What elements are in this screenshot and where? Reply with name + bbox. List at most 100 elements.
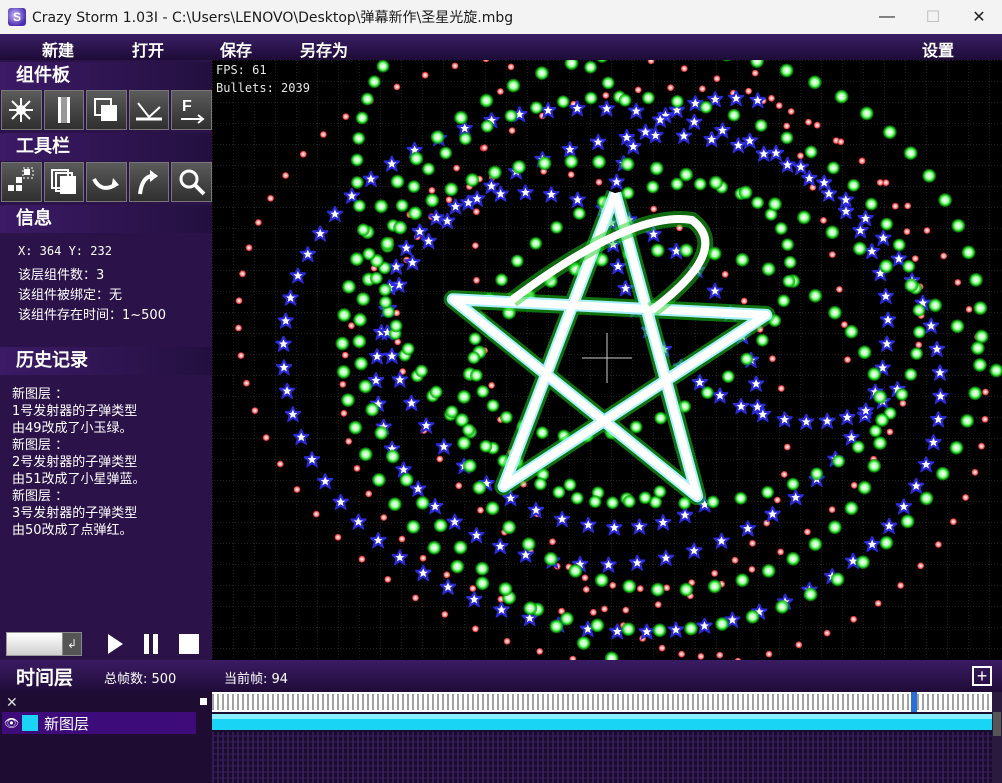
minimize-button[interactable]: — (864, 0, 910, 34)
close-button[interactable]: ✕ (956, 0, 1002, 34)
red-bullet (804, 528, 811, 536)
timeline-tracks[interactable] (212, 692, 1002, 783)
green-bullet (498, 582, 513, 596)
green-bullet (534, 66, 549, 81)
close-icon[interactable]: ✕ (6, 694, 18, 711)
playhead[interactable] (911, 692, 917, 712)
emitter-icon[interactable] (1, 90, 42, 130)
menu-open[interactable]: 打开 (132, 37, 164, 61)
green-bullet (584, 91, 598, 105)
green-bullet (654, 411, 668, 425)
green-bullet (875, 413, 889, 427)
resize-handle[interactable] (200, 698, 207, 705)
layer-row[interactable]: 👁 新图层 (2, 712, 196, 734)
menu-new[interactable]: 新建 (42, 37, 74, 61)
green-bullet (337, 308, 352, 322)
green-bullet (826, 161, 840, 175)
green-bullet (439, 146, 453, 160)
eye-icon[interactable]: 👁 (4, 716, 20, 730)
red-bullet (469, 585, 477, 592)
rebound-icon[interactable] (128, 90, 170, 130)
green-bullet (594, 573, 609, 588)
play-icon[interactable] (102, 631, 128, 657)
green-bullet (468, 332, 482, 346)
red-bullet (654, 601, 662, 608)
curve-arrow-icon[interactable] (86, 162, 127, 202)
green-bullet (652, 623, 667, 638)
red-bullet (320, 131, 327, 138)
magnify-icon[interactable] (171, 162, 212, 202)
green-bullet (738, 185, 753, 200)
green-bullet (867, 367, 882, 382)
green-bullet (592, 154, 606, 169)
green-bullet (707, 579, 722, 594)
green-bullet (679, 243, 694, 258)
red-bullet (886, 428, 894, 436)
green-bullet (653, 485, 667, 499)
maximize-button[interactable]: ☐ (910, 0, 956, 34)
red-bullet (443, 571, 451, 579)
history-line: 由51改成了小星弹蓝。 (12, 472, 146, 487)
menu-save[interactable]: 保存 (220, 37, 252, 61)
green-bullet (951, 218, 966, 233)
green-bullet (475, 561, 490, 576)
red-bullet (582, 586, 590, 593)
red-bullet (590, 608, 597, 616)
layer-track-highlight (212, 714, 1002, 719)
menu-save-as[interactable]: 另存为 (300, 37, 348, 61)
green-bullet (844, 501, 859, 516)
red-bullet (731, 556, 739, 564)
green-bullet (487, 165, 502, 180)
green-bullet (679, 582, 694, 597)
green-bullet (782, 274, 796, 288)
red-bullet (312, 510, 320, 518)
red-bullet (436, 455, 444, 463)
green-bullet (458, 132, 472, 146)
frame-enter-button[interactable]: ↲ (62, 632, 82, 656)
red-bullet (911, 255, 919, 262)
frame-input[interactable] (6, 632, 66, 656)
info-header: 信息 (0, 205, 212, 233)
red-bullet (678, 650, 685, 658)
red-bullet (844, 356, 851, 364)
green-bullet (360, 92, 374, 106)
select-multiple-icon[interactable] (1, 162, 42, 202)
laser-icon[interactable] (43, 90, 85, 130)
pause-icon[interactable] (138, 631, 164, 657)
red-bullet (472, 242, 479, 250)
red-bullet (935, 541, 942, 548)
green-bullet (650, 582, 665, 597)
red-bullet (235, 297, 243, 305)
red-bullet (595, 178, 603, 186)
menu-settings[interactable]: 设置 (922, 37, 954, 61)
force-field-icon[interactable]: F (171, 90, 212, 130)
red-bullet (421, 71, 429, 79)
red-bullet (419, 554, 427, 562)
red-bullet (971, 468, 979, 476)
timeline-title: 时间层 (16, 667, 74, 689)
layer-copy-icon[interactable] (86, 90, 127, 130)
green-bullet (379, 295, 392, 309)
add-layer-button[interactable]: + (972, 666, 992, 686)
green-bullet (336, 364, 351, 379)
green-bullet (621, 622, 636, 637)
rotate-arrow-icon[interactable] (128, 162, 170, 202)
green-bullet (523, 601, 538, 616)
green-bullet (385, 449, 400, 464)
layer-color-swatch[interactable] (22, 715, 38, 731)
green-bullet (576, 636, 591, 651)
green-bullet (938, 193, 953, 208)
green-bullet (453, 540, 468, 555)
green-bullet (485, 501, 500, 516)
green-bullet (830, 572, 845, 587)
stack-icon[interactable] (43, 162, 85, 202)
timeline-scrollbar[interactable] (992, 692, 1002, 783)
preview-canvas[interactable]: FPS: 61 Bullets: 2039 (212, 60, 1002, 660)
green-bullet (425, 193, 440, 208)
red-bullet (237, 352, 245, 359)
red-bullet (235, 324, 242, 332)
green-bullet (341, 279, 356, 294)
green-bullet (950, 319, 965, 334)
scrollbar-thumb[interactable] (993, 712, 1001, 736)
stop-icon[interactable] (176, 631, 202, 657)
